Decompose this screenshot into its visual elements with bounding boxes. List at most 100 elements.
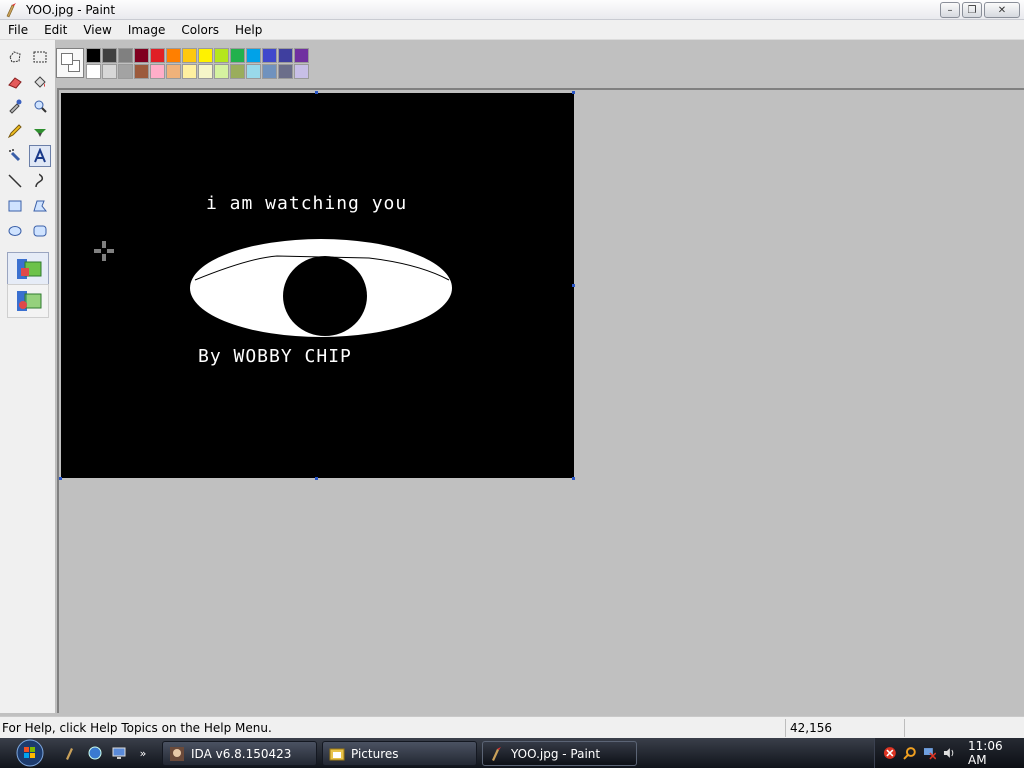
menu-view[interactable]: View bbox=[75, 20, 119, 40]
close-button[interactable]: ✕ bbox=[984, 2, 1020, 18]
color-swatch[interactable] bbox=[134, 48, 149, 63]
transparent-option[interactable] bbox=[7, 284, 49, 318]
quick-launch-paint-icon[interactable] bbox=[62, 744, 80, 762]
quick-launch-browser-icon[interactable] bbox=[86, 744, 104, 762]
color-swatch[interactable] bbox=[150, 48, 165, 63]
color-swatch[interactable] bbox=[166, 64, 181, 79]
color-swatch[interactable] bbox=[198, 48, 213, 63]
pencil-tool[interactable] bbox=[4, 120, 26, 142]
menu-file[interactable]: File bbox=[0, 20, 36, 40]
color-swatch[interactable] bbox=[102, 64, 117, 79]
opaque-option[interactable] bbox=[7, 252, 49, 286]
rectangle-icon bbox=[8, 200, 22, 212]
task-ida[interactable]: IDA v6.8.150423 bbox=[162, 741, 317, 766]
volume-icon[interactable] bbox=[942, 746, 956, 760]
close-icon: ✕ bbox=[997, 4, 1007, 16]
eraser-tool[interactable] bbox=[4, 71, 26, 93]
menu-help[interactable]: Help bbox=[227, 20, 270, 40]
quick-launch-desktop-icon[interactable] bbox=[110, 744, 128, 762]
fill-tool[interactable] bbox=[29, 71, 51, 93]
task-paint[interactable]: YOO.jpg - Paint bbox=[482, 741, 637, 766]
polygon-tool[interactable] bbox=[29, 195, 51, 217]
start-button[interactable] bbox=[6, 738, 54, 768]
color-swatch[interactable] bbox=[294, 48, 309, 63]
text-tool[interactable] bbox=[29, 145, 51, 167]
color-swatch[interactable] bbox=[182, 64, 197, 79]
network-disconnected-icon[interactable] bbox=[923, 746, 937, 760]
color-swatch[interactable] bbox=[214, 64, 229, 79]
color-swatch[interactable] bbox=[214, 48, 229, 63]
color-swatch[interactable] bbox=[166, 48, 181, 63]
color-swatch[interactable] bbox=[278, 64, 293, 79]
foreground-color bbox=[61, 53, 73, 65]
color-swatch[interactable] bbox=[86, 48, 101, 63]
ida-icon bbox=[170, 746, 184, 761]
magnifier-tool[interactable] bbox=[29, 95, 51, 117]
pick-color-tool[interactable] bbox=[4, 95, 26, 117]
color-swatch[interactable] bbox=[134, 64, 149, 79]
color-swatch[interactable] bbox=[118, 64, 133, 79]
globe-icon bbox=[88, 746, 102, 760]
resize-handle-right[interactable] bbox=[572, 284, 575, 287]
minimize-button[interactable]: – bbox=[940, 2, 960, 18]
free-form-select-tool[interactable] bbox=[4, 46, 26, 68]
image-canvas[interactable]: i am watching you By WOBBY CHIP bbox=[61, 93, 574, 478]
curve-icon bbox=[35, 173, 44, 188]
text-a-icon bbox=[34, 148, 46, 163]
menu-image[interactable]: Image bbox=[120, 20, 174, 40]
rectangle-tool[interactable] bbox=[4, 195, 26, 217]
color-swatch[interactable] bbox=[118, 48, 133, 63]
color-swatch[interactable] bbox=[294, 64, 309, 79]
brush-tool[interactable] bbox=[29, 120, 51, 142]
color-swatch[interactable] bbox=[246, 48, 261, 63]
search-icon[interactable] bbox=[903, 746, 917, 760]
current-colors[interactable] bbox=[56, 48, 84, 78]
task-label: Pictures bbox=[351, 746, 399, 761]
color-swatch[interactable] bbox=[230, 64, 245, 79]
quick-launch-more-icon[interactable]: » bbox=[134, 744, 152, 762]
pencil-icon bbox=[7, 124, 22, 139]
security-alert-icon[interactable] bbox=[883, 746, 897, 760]
resize-handle-bottom-left[interactable] bbox=[59, 477, 62, 480]
ellipse-tool[interactable] bbox=[4, 220, 26, 242]
color-swatch[interactable] bbox=[198, 64, 213, 79]
line-icon bbox=[8, 174, 22, 188]
menu-colors[interactable]: Colors bbox=[173, 20, 227, 40]
polygon-icon bbox=[33, 200, 48, 212]
task-label: YOO.jpg - Paint bbox=[511, 746, 601, 761]
restore-button[interactable]: ❐ bbox=[962, 2, 982, 18]
color-swatch[interactable] bbox=[102, 48, 117, 63]
eye-drawing bbox=[190, 239, 452, 337]
line-tool[interactable] bbox=[4, 170, 26, 192]
menu-edit[interactable]: Edit bbox=[36, 20, 75, 40]
color-swatch[interactable] bbox=[230, 48, 245, 63]
resize-handle-bottom-right[interactable] bbox=[572, 477, 575, 480]
free-form-select-icon bbox=[9, 51, 21, 63]
taskbar: » IDA v6.8.150423 Pictures YOO.jpg - Pai… bbox=[0, 738, 1024, 768]
rounded-rectangle-tool[interactable] bbox=[29, 220, 51, 242]
resize-handle-top-right[interactable] bbox=[572, 91, 575, 94]
task-pictures[interactable]: Pictures bbox=[322, 741, 477, 766]
paint-brush-icon bbox=[66, 748, 73, 760]
resize-handle-bottom[interactable] bbox=[315, 477, 318, 480]
caption-bottom: By WOBBY CHIP bbox=[198, 346, 352, 367]
restore-icon: ❐ bbox=[967, 4, 977, 16]
color-swatch[interactable] bbox=[278, 48, 293, 63]
ellipse-icon bbox=[8, 226, 22, 236]
crosshair-cursor-icon bbox=[94, 241, 114, 261]
menu-bar: File Edit View Image Colors Help bbox=[0, 20, 1024, 40]
color-swatch[interactable] bbox=[182, 48, 197, 63]
color-swatch[interactable] bbox=[262, 64, 277, 79]
color-swatch[interactable] bbox=[86, 64, 101, 79]
color-swatch[interactable] bbox=[246, 64, 261, 79]
resize-handle-top[interactable] bbox=[315, 91, 318, 94]
select-icon bbox=[33, 51, 47, 63]
color-swatch[interactable] bbox=[262, 48, 277, 63]
color-swatch[interactable] bbox=[150, 64, 165, 79]
airbrush-tool[interactable] bbox=[4, 145, 26, 167]
paint-app-icon bbox=[6, 2, 16, 17]
curve-tool[interactable] bbox=[29, 170, 51, 192]
folder-icon bbox=[329, 748, 345, 760]
select-tool[interactable] bbox=[29, 46, 51, 68]
clock[interactable]: 11:06 AM bbox=[968, 739, 1024, 767]
